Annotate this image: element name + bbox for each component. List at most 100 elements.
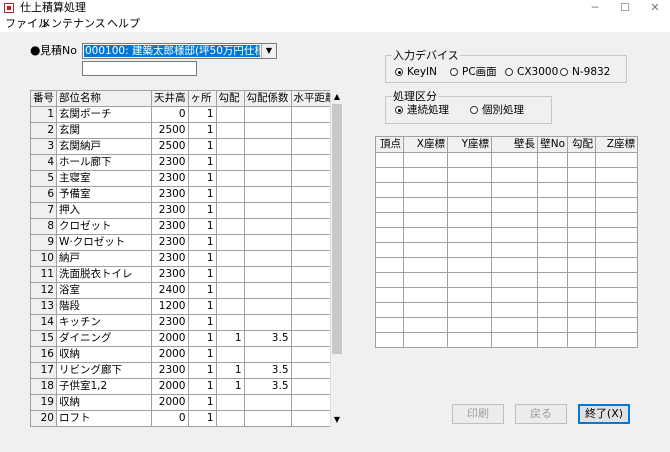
table-row[interactable] — [375, 152, 638, 168]
coord-cell[interactable] — [403, 242, 448, 258]
coord-cell[interactable] — [403, 167, 448, 183]
slope-factor-cell[interactable] — [243, 154, 292, 171]
slope-cell[interactable] — [215, 234, 245, 251]
count-cell[interactable]: 1 — [187, 378, 217, 395]
coord-cell[interactable] — [537, 287, 568, 303]
table-row[interactable]: 10 納戸 2300 1 — [30, 250, 339, 267]
count-cell[interactable]: 1 — [187, 298, 217, 315]
slope-cell[interactable] — [215, 106, 245, 123]
coord-cell[interactable] — [403, 317, 448, 333]
slope-cell[interactable] — [215, 122, 245, 139]
slope-cell[interactable] — [215, 138, 245, 155]
ceiling-height-cell[interactable]: 2500 — [151, 138, 189, 155]
slope-cell[interactable] — [215, 282, 245, 299]
col-header-slope-factor[interactable]: 勾配係数 — [243, 90, 292, 107]
table-row[interactable]: 19 収納 2000 1 — [30, 394, 339, 411]
scroll-up-icon[interactable]: ▲ — [331, 90, 343, 104]
col-header-z[interactable]: Z座標 — [595, 136, 638, 153]
coord-cell[interactable] — [595, 287, 638, 303]
slope-cell[interactable] — [215, 186, 245, 203]
ceiling-height-cell[interactable]: 2500 — [151, 122, 189, 139]
coord-cell[interactable] — [447, 332, 492, 348]
table-row[interactable]: 13 階段 1200 1 — [30, 298, 339, 315]
slope-factor-cell[interactable] — [243, 202, 292, 219]
slope-factor-cell[interactable] — [243, 266, 292, 283]
part-name-cell[interactable]: 収納 — [56, 394, 152, 411]
coord-cell[interactable] — [491, 182, 538, 198]
count-cell[interactable]: 1 — [187, 410, 217, 427]
slope-cell[interactable] — [215, 250, 245, 267]
table-row[interactable]: 9 W·クロゼット 2300 1 — [30, 234, 339, 251]
coord-cell[interactable] — [447, 182, 492, 198]
ceiling-height-cell[interactable]: 2000 — [151, 330, 189, 347]
part-name-cell[interactable]: 玄関納戸 — [56, 138, 152, 155]
slope-cell[interactable] — [215, 170, 245, 187]
slope-factor-cell[interactable]: 3.5 — [243, 330, 292, 347]
coord-cell[interactable] — [491, 332, 538, 348]
radio-continuous[interactable]: 連続処理 — [395, 104, 449, 116]
col-header-coord-slope[interactable]: 勾配 — [567, 136, 596, 153]
coord-cell[interactable] — [595, 332, 638, 348]
coord-cell[interactable] — [491, 257, 538, 273]
part-name-cell[interactable]: 押入 — [56, 202, 152, 219]
coord-cell[interactable] — [537, 317, 568, 333]
slope-factor-cell[interactable] — [243, 314, 292, 331]
coord-cell[interactable] — [375, 332, 404, 348]
slope-factor-cell[interactable] — [243, 138, 292, 155]
coord-cell[interactable] — [567, 287, 596, 303]
coord-cell[interactable] — [491, 272, 538, 288]
table-row[interactable] — [375, 212, 638, 228]
coord-cell[interactable] — [447, 287, 492, 303]
coord-cell[interactable] — [447, 257, 492, 273]
part-name-cell[interactable]: 玄関 — [56, 122, 152, 139]
slope-cell[interactable]: 1 — [215, 378, 245, 395]
coord-cell[interactable] — [375, 317, 404, 333]
exit-button[interactable]: 終了(X) — [578, 404, 630, 424]
col-header-vertex[interactable]: 頂点 — [375, 136, 404, 153]
slope-factor-cell[interactable] — [243, 234, 292, 251]
scroll-thumb[interactable] — [332, 104, 342, 354]
slope-cell[interactable] — [215, 266, 245, 283]
table-row[interactable] — [375, 317, 638, 333]
coord-cell[interactable] — [375, 257, 404, 273]
slope-cell[interactable] — [215, 218, 245, 235]
close-button[interactable]: ✕ — [640, 0, 670, 16]
coord-cell[interactable] — [403, 227, 448, 243]
coord-cell[interactable] — [567, 272, 596, 288]
part-name-cell[interactable]: 予備室 — [56, 186, 152, 203]
coord-cell[interactable] — [375, 227, 404, 243]
coord-cell[interactable] — [491, 302, 538, 318]
table-row[interactable]: 18 子供室1,2 2000 1 1 3.5 — [30, 378, 339, 395]
room-table-scrollbar[interactable]: ▲ ▼ — [330, 90, 343, 427]
slope-factor-cell[interactable] — [243, 186, 292, 203]
table-row[interactable] — [375, 167, 638, 183]
count-cell[interactable]: 1 — [187, 266, 217, 283]
coord-cell[interactable] — [567, 167, 596, 183]
coord-cell[interactable] — [537, 242, 568, 258]
coord-cell[interactable] — [595, 257, 638, 273]
coord-cell[interactable] — [595, 152, 638, 168]
table-row[interactable] — [375, 182, 638, 198]
coord-cell[interactable] — [491, 242, 538, 258]
coord-cell[interactable] — [403, 272, 448, 288]
back-button[interactable]: 戻る — [515, 404, 567, 424]
maximize-button[interactable]: ☐ — [610, 0, 640, 16]
count-cell[interactable]: 1 — [187, 362, 217, 379]
coord-cell[interactable] — [375, 242, 404, 258]
ceiling-height-cell[interactable]: 0 — [151, 410, 189, 427]
ceiling-height-cell[interactable]: 2300 — [151, 154, 189, 171]
count-cell[interactable]: 1 — [187, 170, 217, 187]
coord-cell[interactable] — [595, 272, 638, 288]
chevron-down-icon[interactable]: ▼ — [261, 44, 276, 58]
print-button[interactable]: 印刷 — [452, 404, 504, 424]
coord-cell[interactable] — [491, 212, 538, 228]
radio-n9832[interactable]: N-9832 — [560, 66, 610, 78]
ceiling-height-cell[interactable]: 2300 — [151, 202, 189, 219]
slope-factor-cell[interactable] — [243, 122, 292, 139]
slope-factor-cell[interactable] — [243, 346, 292, 363]
count-cell[interactable]: 1 — [187, 106, 217, 123]
coord-cell[interactable] — [491, 317, 538, 333]
ceiling-height-cell[interactable]: 2300 — [151, 250, 189, 267]
table-row[interactable]: 7 押入 2300 1 — [30, 202, 339, 219]
coord-cell[interactable] — [491, 152, 538, 168]
